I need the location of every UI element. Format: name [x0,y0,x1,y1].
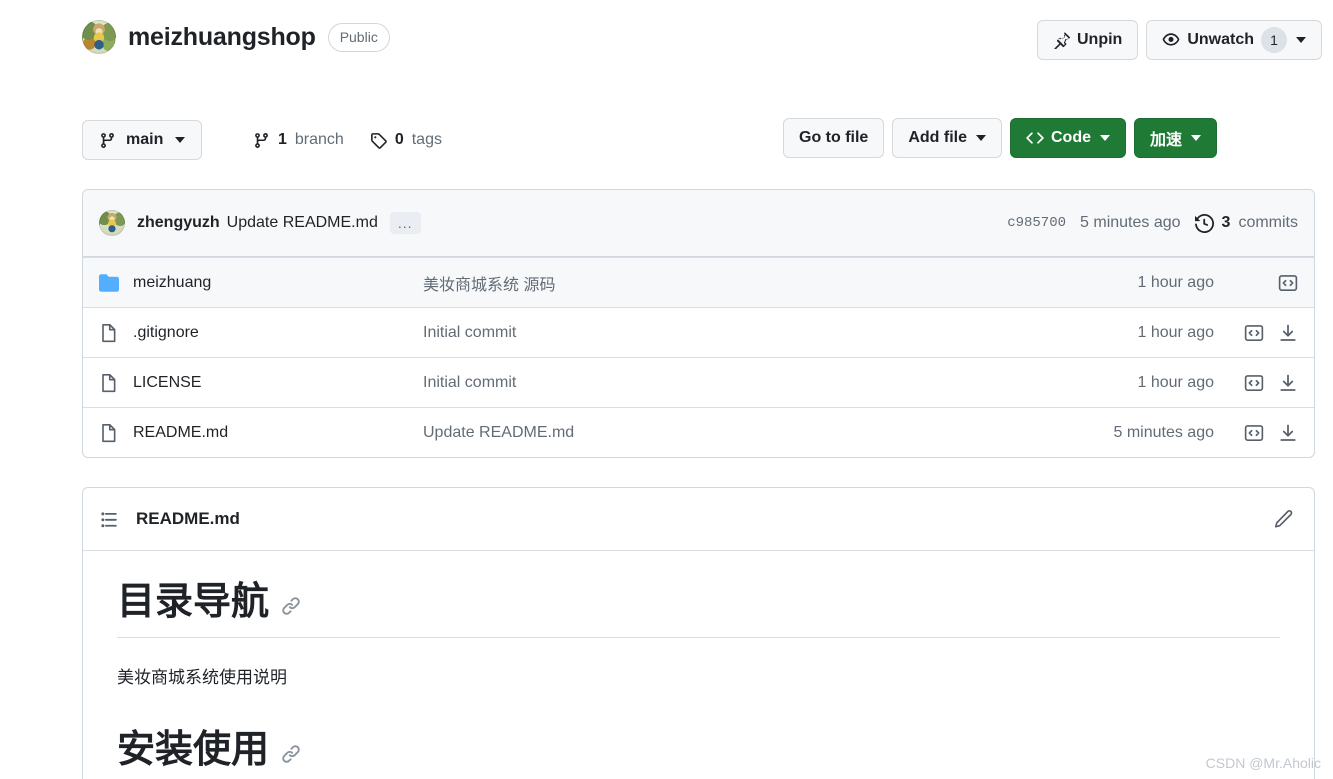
accelerate-button[interactable]: 加速 [1134,118,1217,158]
chevron-down-icon [976,135,986,141]
accelerate-label: 加速 [1150,126,1182,150]
file-name[interactable]: README.md [133,424,423,442]
unpin-button[interactable]: Unpin [1037,20,1138,60]
commit-time: 5 minutes ago [1080,214,1181,232]
tags-label: tags [412,131,442,149]
add-file-button[interactable]: Add file [892,118,1002,158]
latest-commit-bar: zhengyuzh Update README.md ... c985700 5… [83,190,1314,257]
tags-count: 0 [395,131,404,149]
page-title[interactable]: meizhuangshop [128,23,316,52]
readme-heading-2-text: 安装使用 [117,729,269,773]
readme-paragraph-1: 美妆商城系统使用说明 [117,664,1280,691]
code-label: Code [1051,129,1091,147]
code-view-icon[interactable] [1244,423,1264,443]
commit-sha[interactable]: c985700 [1007,215,1066,231]
readme-panel: README.md 目录导航 美妆商城系统使用说明 安装使用 [82,487,1315,779]
readme-heading-1-text: 目录导航 [117,581,269,625]
file-time: 5 minutes ago [1113,424,1214,442]
pencil-icon[interactable] [1273,509,1294,530]
file-time: 1 hour ago [1137,274,1214,292]
row-actions [1236,423,1298,443]
readme-heading-2: 安装使用 [117,729,1280,773]
unpin-label: Unpin [1077,31,1122,49]
file-commit-message[interactable]: Update README.md [423,424,1113,442]
download-icon[interactable] [1278,423,1298,443]
unwatch-label: Unwatch [1187,31,1254,49]
expand-commit-button[interactable]: ... [390,212,421,234]
table-row[interactable]: README.md Update README.md 5 minutes ago [83,407,1314,457]
avatar[interactable] [99,210,125,236]
file-icon [99,423,119,443]
file-commit-message[interactable]: 美妆商城系统 源码 [423,271,1137,295]
go-to-file-label: Go to file [799,129,868,147]
file-time: 1 hour ago [1137,324,1214,342]
link-icon[interactable] [281,596,301,625]
branch-meta: 1 branch 0 tags [253,120,442,160]
code-view-icon[interactable] [1244,323,1264,343]
readme-heading-1: 目录导航 [117,581,1280,638]
chevron-down-icon [1191,135,1201,141]
branches-link[interactable]: 1 branch [253,131,344,149]
header-actions: Unpin Unwatch 1 [1037,20,1322,60]
link-icon[interactable] [281,744,301,773]
history-icon [1195,214,1214,233]
repo-header: meizhuangshop Public Unpin Unwatch [0,0,1333,82]
go-to-file-button[interactable]: Go to file [783,118,884,158]
status-badge: Public [328,23,390,52]
download-icon[interactable] [1278,373,1298,393]
watch-count: 1 [1261,27,1287,53]
commit-meta: c985700 5 minutes ago 3 commits [1007,214,1298,233]
eye-icon [1162,31,1180,49]
code-view-icon[interactable] [1278,273,1298,293]
readme-header: README.md [83,488,1314,551]
file-icon [99,323,119,343]
row-actions [1236,373,1298,393]
readme-title: README.md [136,509,240,529]
repository-page: meizhuangshop Public Unpin Unwatch [0,0,1333,779]
list-unordered-icon[interactable] [99,510,118,529]
branch-icon [99,132,116,149]
folder-icon [99,273,119,293]
branch-icon [253,132,270,149]
file-commit-message[interactable]: Initial commit [423,324,1137,342]
chevron-down-icon [175,137,185,143]
code-view-icon[interactable] [1244,373,1264,393]
watermark: CSDN @Mr.Aholic [1206,755,1321,771]
table-row[interactable]: LICENSE Initial commit 1 hour ago [83,357,1314,407]
chevron-down-icon [1296,37,1306,43]
row-actions [1236,273,1298,293]
file-listing: zhengyuzh Update README.md ... c985700 5… [82,189,1315,458]
branches-count: 1 [278,131,287,149]
repo-title-row: meizhuangshop Public [82,20,390,54]
row-actions [1236,323,1298,343]
commits-label: commits [1238,214,1298,232]
chevron-down-icon [1100,135,1110,141]
file-name[interactable]: .gitignore [133,324,423,342]
commit-author[interactable]: zhengyuzh [137,214,220,232]
readme-body: 目录导航 美妆商城系统使用说明 安装使用 [83,551,1314,773]
branches-label: branch [295,131,344,149]
file-commit-message[interactable]: Initial commit [423,374,1137,392]
repo-actions: Go to file Add file Code 加速 [783,118,1217,158]
file-name[interactable]: LICENSE [133,374,423,392]
pin-icon [1053,32,1070,49]
code-icon [1026,129,1044,147]
table-row[interactable]: meizhuang 美妆商城系统 源码 1 hour ago [83,257,1314,307]
owner-avatar[interactable] [82,20,116,54]
download-icon[interactable] [1278,323,1298,343]
file-icon [99,373,119,393]
tag-icon [370,132,387,149]
branch-selector-button[interactable]: main [82,120,202,160]
commits-count-value: 3 [1222,214,1231,232]
file-name[interactable]: meizhuang [133,274,423,292]
code-button[interactable]: Code [1010,118,1126,158]
add-file-label: Add file [908,129,967,147]
unwatch-button[interactable]: Unwatch 1 [1146,20,1322,60]
commits-link[interactable]: 3 commits [1195,214,1298,233]
commit-message[interactable]: Update README.md [227,214,378,232]
tags-link[interactable]: 0 tags [370,131,442,149]
file-time: 1 hour ago [1137,374,1214,392]
table-row[interactable]: .gitignore Initial commit 1 hour ago [83,307,1314,357]
branch-selector-label: main [126,131,163,149]
